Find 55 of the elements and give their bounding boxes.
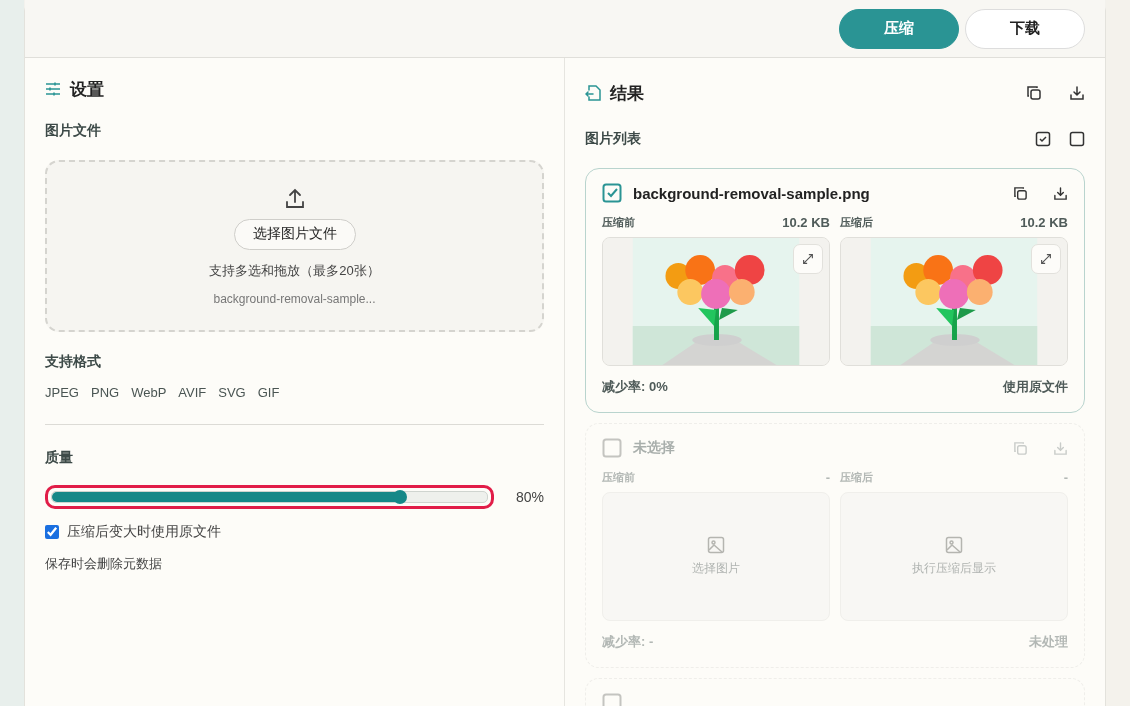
file-name: 未选择 xyxy=(633,439,675,457)
file-size: 10.2 KB xyxy=(782,215,830,230)
download-icon[interactable] xyxy=(1053,185,1068,201)
keep-original-label: 压缩后变大时使用原文件 xyxy=(67,523,221,541)
size-label: 压缩后 xyxy=(840,470,873,485)
quality-slider[interactable] xyxy=(51,491,488,503)
select-all-icon[interactable] xyxy=(1035,131,1051,147)
download-button[interactable]: 下载 xyxy=(965,8,1085,49)
image-icon xyxy=(707,536,725,554)
copy-icon[interactable] xyxy=(1026,85,1042,101)
reduction-rate: 减少率: 0% xyxy=(602,378,668,396)
format-name: SVG xyxy=(218,385,246,400)
results-title: 结果 xyxy=(610,82,644,105)
reduction-rate: 减少率: - xyxy=(602,633,654,651)
size-label: 压缩后 xyxy=(840,215,873,230)
file-icon xyxy=(585,84,601,102)
file-size: - xyxy=(825,470,830,485)
image-list-label: 图片列表 xyxy=(585,130,641,148)
file-size: - xyxy=(1063,470,1068,485)
formats-label: 支持格式 xyxy=(45,353,102,371)
choose-file-button[interactable]: 选择图片文件 xyxy=(233,218,356,250)
format-name: WebP xyxy=(131,385,167,400)
expand-icon xyxy=(801,252,815,266)
format-name: AVIF xyxy=(178,385,207,400)
placeholder-text: 选择图片 xyxy=(692,560,740,577)
deselect-all-icon[interactable] xyxy=(1069,131,1085,147)
file-size: 10.2 KB xyxy=(1020,215,1068,230)
download-icon[interactable] xyxy=(1069,85,1085,101)
status-text: 使用原文件 xyxy=(1003,378,1068,396)
expand-icon xyxy=(1039,252,1053,266)
sliders-icon xyxy=(45,81,61,97)
keep-original-checkbox[interactable] xyxy=(45,525,59,539)
status-text: 未处理 xyxy=(1029,633,1068,651)
settings-title: 设置 xyxy=(70,78,104,101)
metadata-note: 保存时会删除元数据 xyxy=(45,555,163,573)
drop-zone[interactable]: 选择图片文件 支持多选和拖放（最多20张） background-removal-sample... xyxy=(45,160,544,332)
expand-button[interactable] xyxy=(1031,244,1061,274)
file-name: background-removal-sample... xyxy=(213,291,376,306)
expand-button[interactable] xyxy=(793,244,823,274)
file-name: background-removal-sample.png xyxy=(633,184,870,202)
checkbox[interactable] xyxy=(602,438,622,458)
size-label: 压缩前 xyxy=(602,215,635,230)
quality-value: 80% xyxy=(515,489,544,505)
copy-icon[interactable] xyxy=(1013,185,1028,201)
quality-label: 质量 xyxy=(45,449,74,467)
compress-button[interactable]: 压缩 xyxy=(839,8,959,49)
checked-checkbox[interactable] xyxy=(602,183,622,203)
file-label: 图片文件 xyxy=(45,122,102,140)
image-icon xyxy=(945,536,963,554)
format-name: PNG xyxy=(90,385,120,400)
format-name: JPEG xyxy=(45,385,79,400)
placeholder-text: 执行压缩后显示 xyxy=(912,560,996,577)
drop-hint: 支持多选和拖放（最多20张） xyxy=(209,261,380,280)
size-label: 压缩前 xyxy=(602,470,635,485)
format-name: GIF xyxy=(257,385,280,400)
